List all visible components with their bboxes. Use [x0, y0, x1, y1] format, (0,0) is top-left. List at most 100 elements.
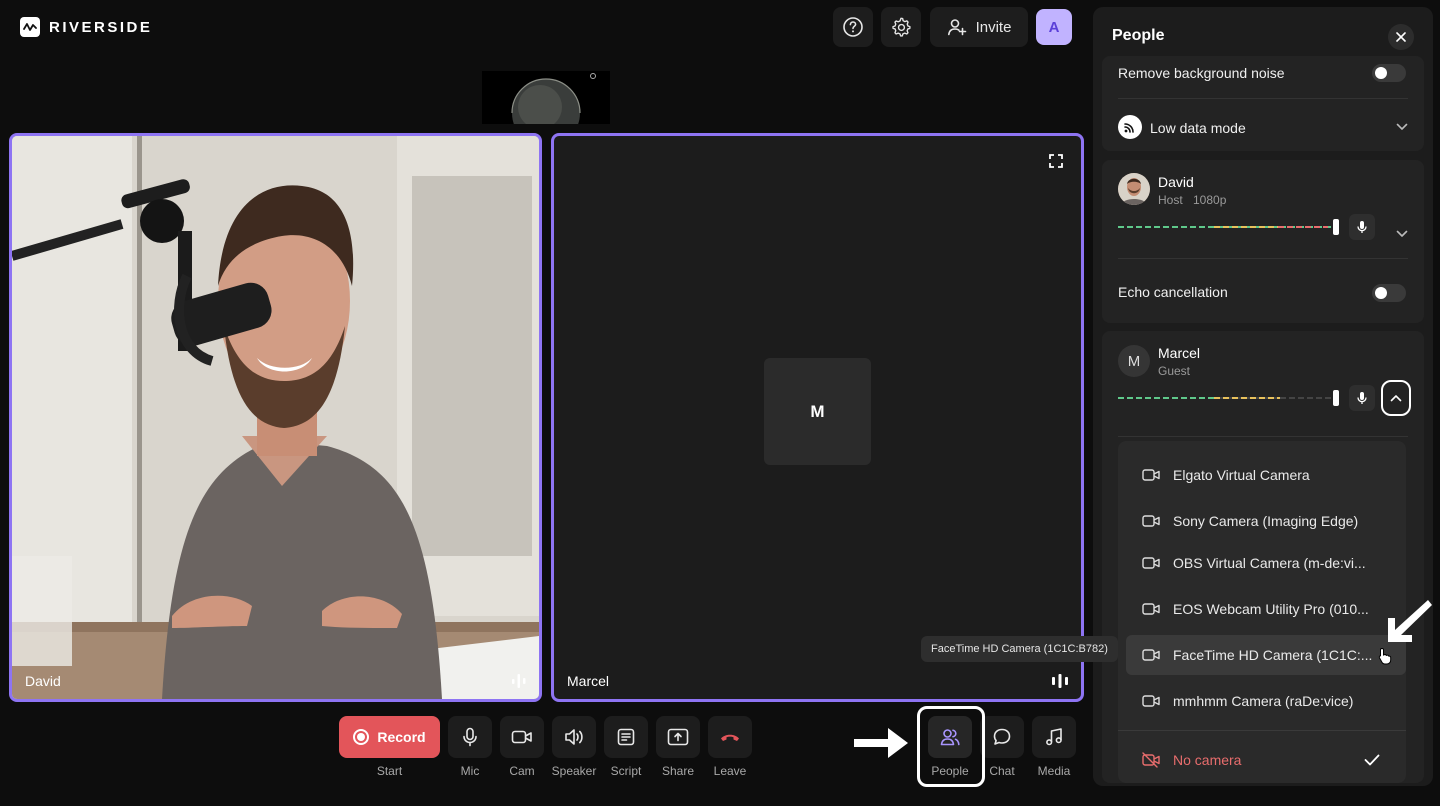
camera-option-label: EOS Webcam Utility Pro (010...: [1173, 601, 1369, 617]
script-control[interactable]: Script: [604, 716, 648, 778]
audio-meter-yellow: [1214, 226, 1278, 228]
participant-quality: 1080p: [1193, 193, 1227, 207]
leave-control[interactable]: Leave: [708, 716, 752, 778]
audio-meter-yellow: [1214, 397, 1280, 399]
mic-control[interactable]: Mic: [448, 716, 492, 778]
settings-button[interactable]: [881, 7, 921, 47]
camera-option[interactable]: Elgato Virtual Camera: [1118, 455, 1406, 495]
mic-button[interactable]: [448, 716, 492, 758]
avatar: M: [1118, 345, 1150, 377]
chat-button[interactable]: [980, 716, 1024, 758]
cam-button[interactable]: [500, 716, 544, 758]
start-label: Start: [376, 764, 403, 778]
speaker-icon: [565, 729, 583, 745]
close-icon: [1396, 32, 1406, 42]
marcel-placeholder-avatar: M: [764, 358, 871, 465]
participant-mic-button[interactable]: [1349, 214, 1375, 240]
chevron-up-icon: [1390, 395, 1402, 402]
record-label: Record: [377, 729, 426, 745]
camera-option[interactable]: mmhmm Camera (raDe:vice): [1118, 681, 1406, 721]
cam-control[interactable]: Cam: [500, 716, 544, 778]
chevron-down-icon[interactable]: [1396, 123, 1408, 131]
collapse-settings-button[interactable]: [1381, 380, 1411, 416]
low-data-label: Low data mode: [1150, 120, 1246, 136]
participant-name: Marcel: [1158, 345, 1201, 361]
camera-option-label: mmhmm Camera (raDe:vice): [1173, 693, 1354, 709]
speaker-label: Speaker: [551, 764, 597, 778]
speaker-button[interactable]: [552, 716, 596, 758]
cam-label: Cam: [509, 764, 535, 778]
speaker-control[interactable]: Speaker: [552, 716, 596, 778]
no-camera-option[interactable]: No camera: [1118, 740, 1406, 780]
people-panel: People Remove background noise Low data …: [1093, 7, 1433, 786]
camera-option-hovered[interactable]: FaceTime HD Camera (1C1C:...: [1126, 635, 1406, 675]
divider: [1118, 436, 1408, 437]
mic-label: Mic: [460, 764, 480, 778]
session-settings-card: Remove background noise Low data mode: [1102, 56, 1424, 151]
participant-name: David: [1158, 174, 1194, 190]
add-user-icon: [947, 19, 966, 36]
video-tile-david[interactable]: David: [9, 133, 542, 702]
camera-option[interactable]: Sony Camera (Imaging Edge): [1118, 501, 1406, 541]
fullscreen-icon[interactable]: [1049, 154, 1063, 168]
arrow-right-annotation: [854, 728, 908, 758]
brand-name: RIVERSIDE: [49, 18, 153, 36]
camera-option-label: Elgato Virtual Camera: [1173, 467, 1310, 483]
riverside-logo-icon: [20, 17, 40, 37]
media-control[interactable]: Media: [1032, 716, 1076, 778]
media-button[interactable]: [1032, 716, 1076, 758]
mic-icon: [1357, 221, 1367, 233]
leave-button[interactable]: [708, 716, 752, 758]
menu-divider: [1118, 730, 1406, 731]
invite-label: Invite: [975, 18, 1012, 36]
camera-icon: [1142, 649, 1160, 661]
hand-cursor-icon: [1378, 647, 1392, 665]
divider: [1118, 98, 1408, 99]
volume-slider-handle[interactable]: [1333, 390, 1339, 406]
chevron-down-icon[interactable]: [1396, 230, 1408, 238]
hang-up-icon: [721, 734, 739, 741]
camera-icon: [1142, 695, 1160, 707]
video-tile-marcel[interactable]: M Marcel: [551, 133, 1084, 702]
audio-meter-green: [1118, 397, 1214, 399]
camera-option-label: OBS Virtual Camera (m-de:vi...: [1173, 555, 1366, 571]
close-panel-button[interactable]: [1388, 24, 1414, 50]
tile-name-david: David: [25, 673, 61, 689]
participant-mic-button[interactable]: [1349, 385, 1375, 411]
david-video-feed: [12, 136, 539, 699]
camera-off-icon: [1142, 752, 1160, 768]
share-label: Share: [661, 764, 695, 778]
help-button[interactable]: [833, 7, 873, 47]
low-data-icon: [1118, 115, 1142, 139]
record-button[interactable]: Record: [339, 716, 440, 758]
gear-icon: [892, 17, 911, 37]
avatar: [1118, 173, 1150, 205]
invite-button[interactable]: Invite: [930, 7, 1028, 47]
camera-icon: [1142, 603, 1160, 615]
mic-icon: [1357, 392, 1367, 404]
camera-icon: [1142, 557, 1160, 569]
echo-cancellation-toggle[interactable]: [1372, 284, 1406, 302]
remove-noise-toggle[interactable]: [1372, 64, 1406, 82]
tile-name-marcel: Marcel: [567, 673, 610, 689]
camera-option-label: Sony Camera (Imaging Edge): [1173, 513, 1359, 529]
share-screen-icon: [667, 728, 689, 746]
echo-cancellation-label: Echo cancellation: [1118, 284, 1228, 300]
media-label: Media: [1037, 764, 1071, 778]
share-control[interactable]: Share: [656, 716, 700, 778]
panel-title: People: [1112, 27, 1165, 44]
script-icon: [617, 728, 635, 746]
camera-option[interactable]: EOS Webcam Utility Pro (010...: [1118, 589, 1406, 629]
user-avatar[interactable]: A: [1036, 9, 1072, 45]
script-label: Script: [610, 764, 642, 778]
chat-control[interactable]: Chat: [980, 716, 1024, 778]
riverside-logo: RIVERSIDE: [20, 17, 152, 37]
camera-option[interactable]: OBS Virtual Camera (m-de:vi...: [1118, 543, 1406, 583]
script-button[interactable]: [604, 716, 648, 758]
share-button[interactable]: [656, 716, 700, 758]
volume-slider-handle[interactable]: [1333, 219, 1339, 235]
help-icon: [843, 17, 863, 37]
participant-role: Guest: [1158, 364, 1191, 378]
remove-noise-label: Remove background noise: [1118, 65, 1285, 81]
divider: [1118, 258, 1408, 259]
